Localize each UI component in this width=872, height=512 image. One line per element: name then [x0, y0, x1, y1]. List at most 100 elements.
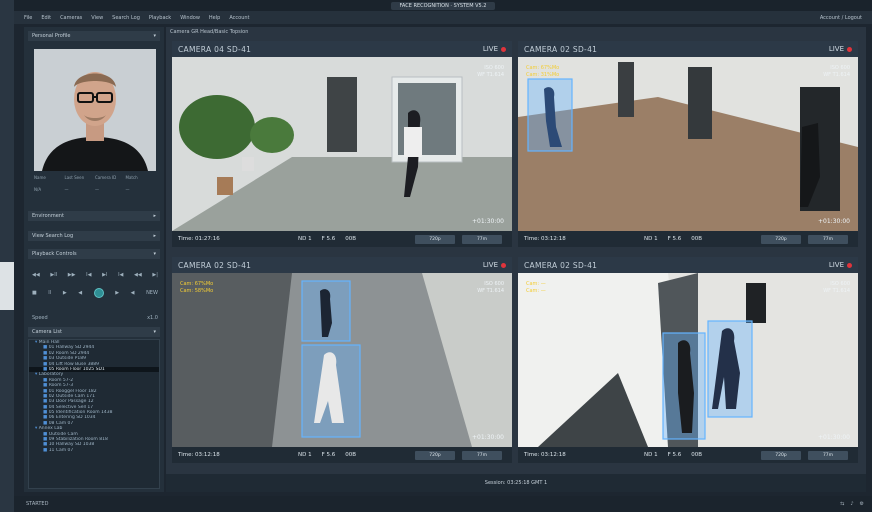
play-pause-button[interactable]: ▶II	[50, 272, 57, 278]
tree-item-label: Annex Lab	[38, 426, 63, 432]
match-line: Cam: 67%Mo	[180, 281, 214, 287]
status-bar: STARTED ⇆ ♪ ⚙	[14, 496, 872, 512]
tree-item-label: Outside Cam	[48, 431, 78, 437]
fstop-value: F 5.6	[321, 236, 336, 242]
lens-meta: ND 1 F 5.6 00B	[644, 452, 754, 458]
tree-item-label: 02 Outside Cam 171	[48, 393, 95, 399]
sidebar: Personal Profile ▾ Name Last Seen Camera…	[24, 27, 164, 492]
window-title: FACE RECOGNITION · SYSTEM V5.2	[391, 1, 495, 10]
time-label: Time: 03:12:18	[524, 452, 566, 458]
step-back-button[interactable]: I◀	[86, 272, 91, 278]
zoom-button[interactable]: 77m	[462, 450, 502, 460]
environment-label: Environment	[32, 213, 64, 219]
meta-value: —	[64, 187, 69, 192]
camera-tile-1[interactable]: CAMERA 04 SD-41 LIVE ISO 600 WF T1.614 +…	[172, 41, 512, 247]
speed-value[interactable]: x1.0	[147, 315, 158, 321]
volume-icon[interactable]: ♪	[850, 501, 853, 507]
collapse-icon[interactable]: ▾	[153, 251, 156, 257]
camera-header: CAMERA 02 SD-41 LIVE	[518, 41, 858, 57]
resolution-button[interactable]: 720p	[415, 234, 455, 244]
tree-camera-item[interactable]: ■ 11 Cam 07	[29, 448, 159, 453]
fstop-value: F 5.6	[667, 452, 682, 458]
playback-row-1: ◀◀ ▶II ▶▶ I◀ ▶I I◀ ◀◀ ▶|	[32, 270, 158, 280]
environment-panel-header[interactable]: Environment ▸	[28, 211, 160, 221]
menu-file[interactable]: File	[24, 15, 32, 21]
menu-edit[interactable]: Edit	[41, 15, 51, 21]
session-bar: Session: 03:25:18 GMT 1	[166, 474, 866, 492]
match-line: Cam: 31%Mo	[526, 72, 560, 78]
exposure-readout: ISO 600 WF T1.614	[477, 65, 504, 79]
resolution-button[interactable]: 720p	[761, 234, 801, 244]
camera-tab[interactable]: Camera GR Head/Basic Topsion	[170, 29, 248, 35]
menu-cameras[interactable]: Cameras	[60, 15, 82, 21]
camera-header: CAMERA 02 SD-41 LIVE	[518, 257, 858, 273]
menu-search-log[interactable]: Search Log	[112, 15, 140, 21]
db-value: 00B	[345, 452, 357, 458]
menu-help[interactable]: Help	[209, 15, 220, 21]
wb-value: WF T1.614	[823, 72, 850, 78]
collapse-icon[interactable]: ▾	[153, 329, 156, 335]
step-forward-button[interactable]: ▶I	[102, 272, 107, 278]
timecode: +01:30:00	[472, 434, 504, 441]
next-button[interactable]: ▶	[115, 290, 119, 296]
match-readout: Cam: — Cam: —	[526, 281, 546, 295]
account-logout[interactable]: Account / Logout	[820, 15, 862, 21]
skip-back-button[interactable]: ◀◀	[134, 272, 142, 278]
camera-list-header[interactable]: Camera List ▾	[28, 327, 160, 337]
match-line: Cam: 58%Mo	[180, 288, 214, 294]
time-label: Time: 01:27:16	[178, 236, 220, 242]
live-label: LIVE	[482, 45, 498, 53]
left-edge-strip	[0, 0, 14, 512]
settings-icon[interactable]: ⚙	[860, 501, 864, 507]
camera-tile-2[interactable]: CAMERA 02 SD-41 LIVE Cam: 67%Mo Cam: 31%…	[518, 41, 858, 247]
speed-label: Speed	[32, 315, 48, 321]
timecode: +01:30:00	[472, 218, 504, 225]
lens-meta: ND 1 F 5.6 00B	[644, 236, 754, 242]
zoom-button[interactable]: 77m	[462, 234, 502, 244]
go-start-button[interactable]: I◀	[118, 272, 123, 278]
play-button[interactable]: ▶	[63, 290, 67, 296]
zoom-button[interactable]: 77m	[808, 234, 848, 244]
new-button[interactable]: NEW	[146, 290, 158, 296]
time-label: Time: 03:12:18	[178, 452, 220, 458]
tree-item-label: 11 Cam 07	[48, 447, 74, 453]
tree-item-label: 05 Identification Room 1438	[48, 410, 113, 416]
camera-tile-4[interactable]: CAMERA 02 SD-41 LIVE Cam: — Cam: — ISO 6…	[518, 257, 858, 463]
live-label: LIVE	[482, 261, 498, 269]
zoom-button[interactable]: 77m	[808, 450, 848, 460]
playback-panel-header[interactable]: Playback Controls ▾	[28, 249, 160, 259]
camera-name: CAMERA 04 SD-41	[178, 44, 252, 54]
menu-window[interactable]: Window	[180, 15, 200, 21]
meta-label: Name	[34, 175, 46, 180]
profile-panel-header[interactable]: Personal Profile ▾	[28, 31, 160, 41]
jog-dial[interactable]	[93, 288, 104, 298]
meta-value: N/A	[34, 187, 42, 192]
camera-header: CAMERA 04 SD-41 LIVE	[172, 41, 512, 57]
tree-item-label: Laboratory	[38, 372, 64, 378]
stop-button[interactable]: ■	[32, 290, 37, 296]
menu-playback[interactable]: Playback	[149, 15, 171, 21]
back-button[interactable]: ◀	[131, 290, 135, 296]
prev-button[interactable]: ◀	[78, 290, 82, 296]
live-label: LIVE	[828, 45, 844, 53]
menu-account[interactable]: Account	[229, 15, 249, 21]
pause-button[interactable]: II	[48, 290, 51, 296]
time-label: Time: 03:12:18	[524, 236, 566, 242]
go-end-button[interactable]: ▶|	[152, 272, 158, 278]
live-dot-icon	[847, 262, 852, 268]
resolution-button[interactable]: 720p	[415, 450, 455, 460]
expand-icon[interactable]: ▸	[153, 233, 156, 239]
match-line: Cam: —	[526, 288, 546, 294]
expand-icon[interactable]: ▸	[153, 213, 156, 219]
camera-tile-3[interactable]: CAMERA 02 SD-41 LIVE Cam: 67%Mo Cam: 58%…	[172, 257, 512, 463]
fast-forward-button[interactable]: ▶▶	[68, 272, 76, 278]
rewind-button[interactable]: ◀◀	[32, 272, 40, 278]
camera-tree: ▾ Main Hall ■ 01 Hallway SD 2944 ■ 02 Room…	[28, 339, 160, 489]
collapse-icon[interactable]: ▾	[153, 33, 156, 39]
tree-item-label: 09 Stabilization Room 818	[48, 437, 108, 443]
network-icon[interactable]: ⇆	[840, 501, 844, 507]
resolution-button[interactable]: 720p	[761, 450, 801, 460]
tree-item-label: 04 Selective Sell 17	[48, 404, 94, 410]
search-log-panel-header[interactable]: View Search Log ▸	[28, 231, 160, 241]
menu-view[interactable]: View	[91, 15, 103, 21]
